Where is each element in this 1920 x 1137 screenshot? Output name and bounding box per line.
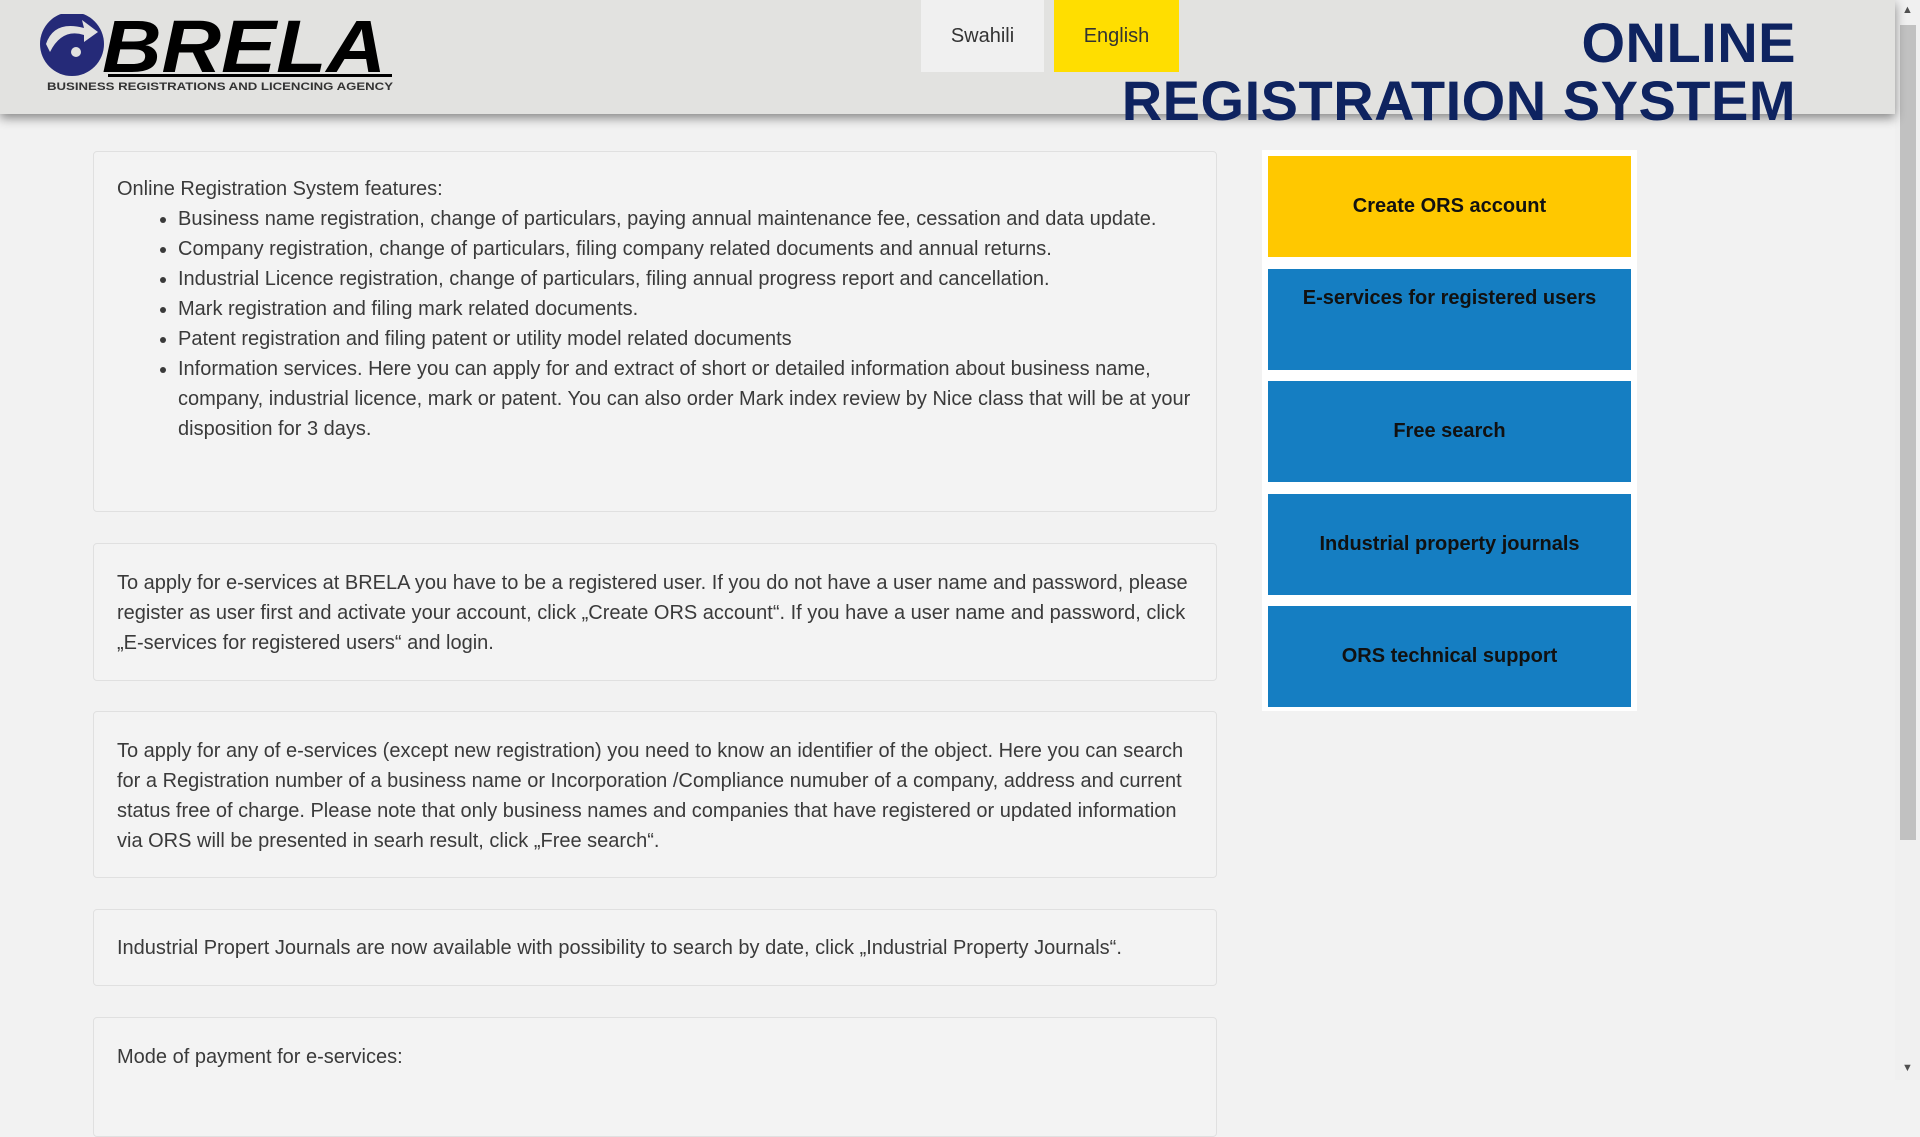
feature-item: Business name registration, change of pa…: [178, 204, 1194, 234]
feature-item: Patent registration and filing patent or…: [178, 324, 1194, 354]
payment-intro: Mode of payment for e-services:: [117, 1046, 403, 1068]
features-intro: Online Registration System features:: [117, 178, 443, 200]
eservices-registered-users-button[interactable]: E-services for registered users: [1268, 269, 1631, 370]
button-label: ORS technical support: [1341, 645, 1558, 667]
create-ors-account-button[interactable]: Create ORS account: [1268, 156, 1631, 257]
page-title: ONLINE REGISTRATION SYSTEM: [1122, 14, 1796, 130]
feature-item: Mark registration and filing mark relate…: [178, 294, 1194, 324]
journals-info-box: Industrial Propert Journals are now avai…: [93, 909, 1217, 986]
features-box: Online Registration System features: Bus…: [93, 151, 1217, 512]
scroll-down-arrow-icon[interactable]: ▼: [1902, 1062, 1913, 1074]
button-label: E-services for registered users: [1302, 287, 1597, 309]
feature-item: Industrial Licence registration, change …: [178, 264, 1194, 294]
services-panel: Create ORS account E-services for regist…: [1262, 150, 1637, 711]
button-label: Free search: [1393, 420, 1506, 442]
journals-info-text: Industrial Propert Journals are now avai…: [117, 937, 1122, 959]
apply-info-box: To apply for e-services at BRELA you hav…: [93, 543, 1217, 681]
search-info-text: To apply for any of e-services (except n…: [117, 740, 1184, 852]
button-label: Industrial property journals: [1319, 533, 1580, 555]
button-label: Create ORS account: [1352, 195, 1547, 217]
free-search-button[interactable]: Free search: [1268, 381, 1631, 482]
industrial-property-journals-button[interactable]: Industrial property journals: [1268, 494, 1631, 595]
ors-technical-support-button[interactable]: ORS technical support: [1268, 606, 1631, 707]
language-swahili-button[interactable]: Swahili: [921, 0, 1044, 72]
search-info-box: To apply for any of e-services (except n…: [93, 711, 1217, 878]
features-list: Business name registration, change of pa…: [117, 204, 1194, 444]
title-line-1: ONLINE: [1581, 11, 1796, 74]
payment-info-box: Mode of payment for e-services:: [93, 1017, 1217, 1137]
brela-logo[interactable]: BRELA BUSINESS REGISTRATIONS AND LICENCI…: [40, 14, 396, 94]
svg-text:BUSINESS REGISTRATIONS AND LIC: BUSINESS REGISTRATIONS AND LICENCING AGE…: [47, 81, 394, 93]
feature-item: Company registration, change of particul…: [178, 234, 1194, 264]
title-line-2: REGISTRATION SYSTEM: [1121, 69, 1796, 132]
scrollbar-thumb[interactable]: [1900, 25, 1916, 840]
scroll-up-arrow-icon[interactable]: ▲: [1902, 4, 1913, 16]
vertical-scrollbar[interactable]: ▲ ▼: [1895, 0, 1920, 1080]
apply-info-text: To apply for e-services at BRELA you hav…: [117, 572, 1188, 654]
feature-item: Information services. Here you can apply…: [178, 354, 1194, 444]
